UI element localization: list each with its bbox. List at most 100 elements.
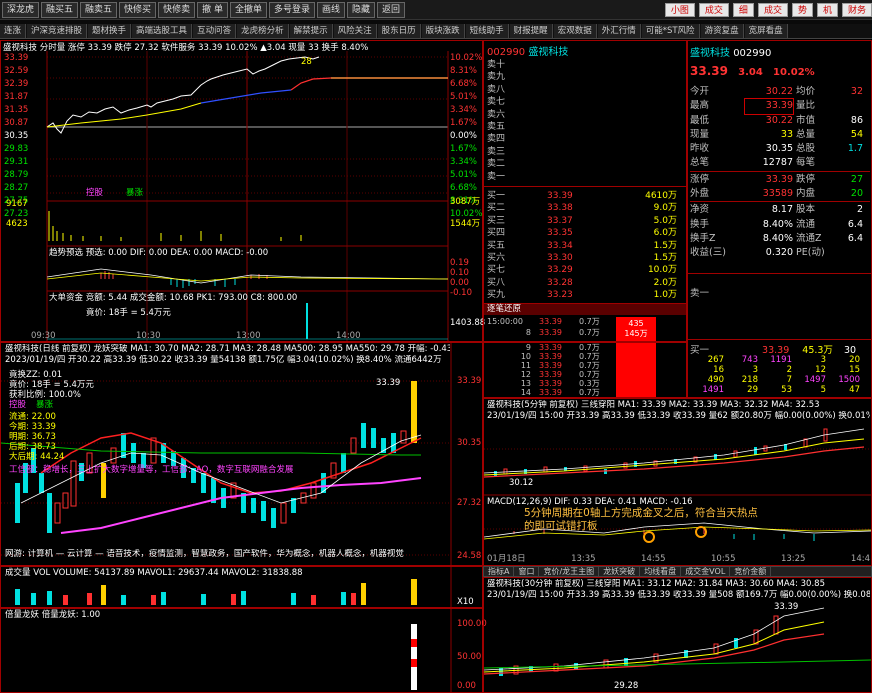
top-tab-2[interactable]: 成交 (698, 2, 729, 17)
multi-login-button[interactable]: 多号登录 (268, 1, 315, 18)
min5-t2: 13:35 (571, 554, 596, 564)
func-tab-17[interactable]: 宽屏看盘 (744, 24, 788, 38)
five-minute-chart-panel[interactable]: 盛视科技(5分钟 前复权) 三线穿阳 MA1: 33.39 MA2: 33.39… (483, 398, 872, 566)
auction-time-8: 14 (520, 388, 531, 397)
thirty-minute-chart-panel[interactable]: 盛视科技(30分钟 前复权) 三线穿阳 MA1: 33.12 MA2: 31.8… (483, 577, 872, 693)
q-label2-9: 股本 (796, 204, 816, 216)
func-tab-4[interactable]: 高端选股工具 (132, 24, 193, 38)
queue-row-3: 490 218 7 1497 1500 (690, 375, 870, 385)
bid-row-5[interactable]: 买五 33.34 1.5万 (487, 240, 683, 252)
bid-row-4[interactable]: 买四 33.35 6.0万 (487, 227, 683, 239)
ind-tab-4[interactable]: 龙妖突破 (599, 567, 641, 576)
ind-tab-3[interactable]: 竞价/龙王主图 (539, 567, 600, 576)
bid-row-2[interactable]: 买二 33.38 9.0万 (487, 202, 683, 214)
daily-kline-panel[interactable]: 盛视科技(日线 前复权) 龙妖突破 MA1: 30.70 MA2: 28.71 … (0, 342, 483, 566)
bid-row-6[interactable]: 买六 33.30 1.5万 (487, 252, 683, 264)
func-tab-14[interactable]: 外汇行情 (597, 24, 641, 38)
func-tab-1[interactable]: 连涨 (0, 24, 27, 38)
daily-y-1: 33.39 (457, 376, 482, 386)
q-val-8: 33589 (762, 188, 793, 200)
ind-tab-6[interactable]: 成交金VOL (681, 567, 731, 576)
func-tab-3[interactable]: 题材换手 (88, 24, 132, 38)
ask-row-10[interactable]: 卖十 (487, 59, 683, 71)
toolbar-button-3[interactable]: 融卖五 (80, 1, 118, 18)
ask-row-3[interactable]: 卖三 (487, 146, 683, 158)
volume-header: 成交量 VOL VOLUME: 54137.89 MAVOL1: 29637.4… (5, 568, 303, 578)
q2-5: 15 (849, 365, 860, 375)
volume-panel[interactable]: 成交量 VOL VOLUME: 54137.89 MAVOL1: 29637.4… (0, 566, 483, 608)
bid-vol-1: 4610万 (645, 191, 677, 201)
dragon-y-2: 50.00 (457, 652, 482, 662)
cancel-all-button[interactable]: 全撤单 (229, 1, 267, 18)
func-tab-7[interactable]: 解禁提示 (289, 24, 333, 38)
func-tab-16[interactable]: 游资复盘 (700, 24, 744, 38)
func-tab-13[interactable]: 宏观数据 (553, 24, 597, 38)
func-tab-5[interactable]: 互动问答 (193, 24, 237, 38)
top-tab-5[interactable]: 势 (791, 2, 813, 17)
func-tab-9[interactable]: 股东日历 (377, 24, 421, 38)
ask-row-6[interactable]: 卖六 (487, 109, 683, 121)
ask-row-2[interactable]: 卖二 (487, 158, 683, 170)
func-tab-10[interactable]: 版块涨跌 (421, 24, 465, 38)
y-right-5: 3.34% (450, 105, 478, 115)
top-tab-6[interactable]: 机 (816, 2, 838, 17)
auction-vol-5: 0.7万 (579, 361, 600, 370)
top-tab-7[interactable]: 财务 (841, 2, 872, 17)
ask-label-1: 卖一 (487, 171, 506, 182)
macd-y-3: 0.00 (450, 278, 469, 288)
top-tab-3[interactable]: 细 (732, 2, 754, 17)
toolbar-button-1[interactable]: 深龙虎 (2, 1, 40, 18)
q1-5: 20 (849, 355, 860, 365)
bid-row-7[interactable]: 买七 33.29 10.0万 (487, 264, 683, 276)
func-tab-15[interactable]: 可能*ST风险 (641, 24, 700, 38)
func-tab-6[interactable]: 龙虎榜分析 (237, 24, 289, 38)
min5-t5: 13:25 (780, 554, 806, 564)
toolbar-button-2[interactable]: 融买五 (41, 1, 79, 18)
toolbar-button-4[interactable]: 快修买 (119, 1, 157, 18)
big-order-text: 竟价: 18手 = 5.4万元 (86, 308, 171, 318)
ask-row-7[interactable]: 卖七 (487, 96, 683, 108)
ind-tab-2[interactable]: 窗口 (514, 567, 540, 576)
queue-row-4: 1491 29 53 5 47 (690, 385, 870, 395)
orderbook-name: 盛视科技 (528, 47, 569, 58)
ask-row-4[interactable]: 卖四 (487, 133, 683, 145)
y-left-4: 31.87 (4, 92, 29, 102)
func-tab-12[interactable]: 财报提醒 (509, 24, 553, 38)
ind-tab-7[interactable]: 竞价金额 (730, 567, 772, 576)
q-label2-3: 市值 (796, 114, 816, 126)
bid-row-8[interactable]: 买八 33.28 2.0万 (487, 277, 683, 289)
q-val-2: 33.39 (744, 98, 794, 115)
ind-tab-1[interactable]: 指标A (484, 567, 515, 576)
ask-label-9: 卖九 (487, 72, 506, 83)
y-right-11: 6.68% (450, 183, 478, 193)
draw-line-button[interactable]: 画线 (316, 1, 345, 18)
dragon-indicator-panel[interactable]: 倍量龙妖 倍量龙妖: 1.00 100.00 50.00 0.00 (0, 608, 487, 693)
back-button[interactable]: 返回 (377, 1, 406, 18)
q-val2-9: 2 (856, 204, 863, 216)
top-tab-1[interactable]: 小图 (664, 2, 695, 17)
q2-4: 12 (815, 365, 826, 375)
func-tab-2[interactable]: 沪深竞速排股 (27, 24, 88, 38)
ask-row-9[interactable]: 卖九 (487, 71, 683, 83)
daily-topic: 网游: 计算机 — 云计算 — 语音技术，疫情监测，智慧政务，国产软件，华为概念… (5, 549, 404, 559)
func-tab-11[interactable]: 短线助手 (465, 24, 509, 38)
ask-row-8[interactable]: 卖八 (487, 84, 683, 96)
cancel-order-button[interactable]: 撤 单 (197, 1, 228, 18)
bid-row-9[interactable]: 买九 33.23 1.0万 (487, 289, 683, 301)
ask-row-5[interactable]: 卖五 (487, 121, 683, 133)
q-val-9: 8.17 (771, 204, 793, 216)
bid-vol-3: 5.0万 (653, 215, 677, 226)
func-tab-8[interactable]: 风险关注 (333, 24, 377, 38)
intraday-chart-panel[interactable]: 盛视科技 分时量 涨停 33.39 跌停 27.32 软件服务 33.39 10… (0, 40, 485, 342)
auction-row-4: 10 33.39 0.7万 (487, 352, 617, 361)
buy1-row: 买一 33.39 45.3万 30 (690, 342, 870, 356)
hide-button[interactable]: 隐藏 (347, 1, 376, 18)
bid-price-3: 33.37 (547, 215, 573, 226)
ind-tab-5[interactable]: 均线看盘 (640, 567, 682, 576)
ask-row-1[interactable]: 卖一 (487, 171, 683, 183)
bid-row-1[interactable]: 买一 33.39 4610万 (487, 190, 683, 202)
toolbar-button-5[interactable]: 快修卖 (158, 1, 196, 18)
bid-row-3[interactable]: 买三 33.37 5.0万 (487, 215, 683, 227)
top-tab-4[interactable]: 成交 (757, 2, 788, 17)
y-left-9: 29.31 (4, 157, 29, 167)
